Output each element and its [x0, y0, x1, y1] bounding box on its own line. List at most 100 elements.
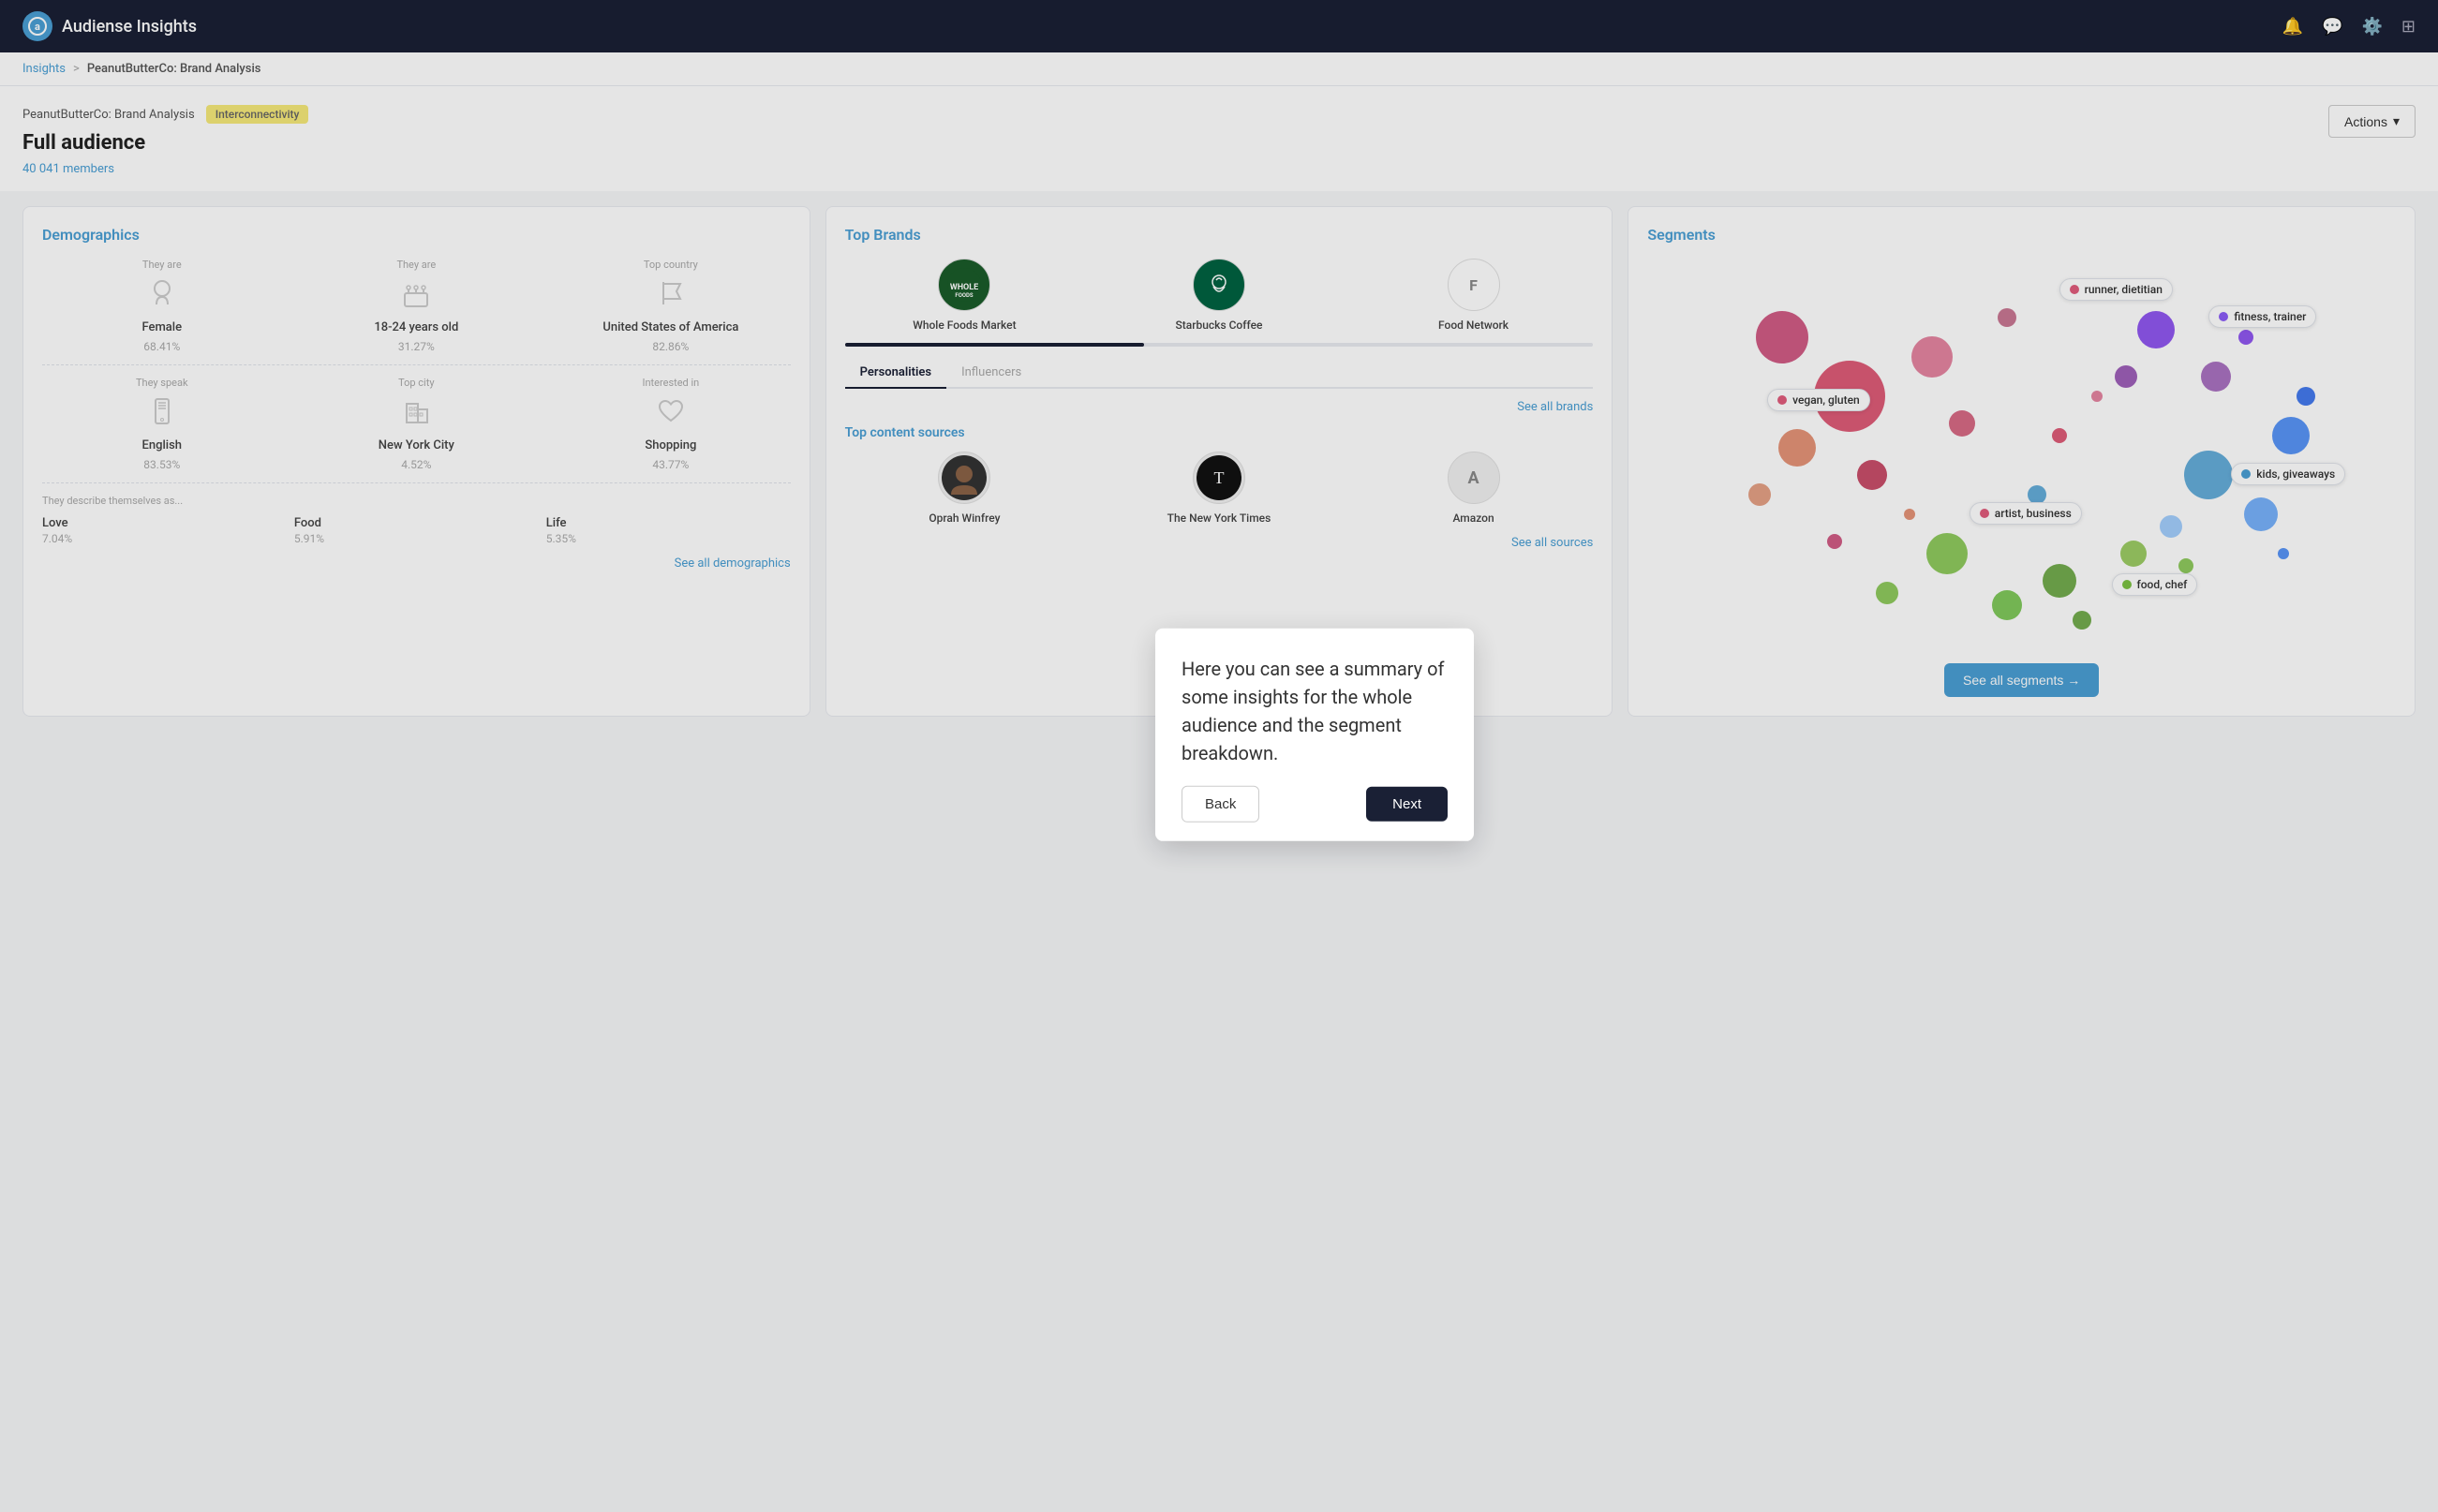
segment-bubble: [2120, 541, 2147, 567]
segment-label-text: runner, dietitian: [2085, 283, 2163, 296]
demo-interest-value: Shopping: [645, 438, 696, 452]
demographics-row2: They speak English 83.53% Top city: [42, 377, 791, 471]
food-network-name: Food Network: [1438, 319, 1509, 332]
grid-icon[interactable]: ⊞: [2401, 17, 2416, 37]
segment-label-text: fitness, trainer: [2234, 310, 2306, 323]
demo-country-value: United States of America: [602, 320, 738, 334]
svg-text:a: a: [35, 21, 40, 33]
app-logo: a: [22, 11, 52, 41]
source-oprah: Oprah Winfrey: [845, 452, 1085, 525]
segment-bubble: [1876, 582, 1898, 604]
breadcrumb-separator: >: [73, 62, 80, 76]
desc-word-food: Food: [294, 516, 539, 530]
brand-food-network: F Food Network: [1354, 259, 1594, 332]
demo-city-pct: 4.52%: [401, 458, 431, 471]
segment-bubble: [1827, 534, 1842, 549]
svg-text:FOODS: FOODS: [956, 292, 974, 299]
segment-bubble: [1748, 483, 1771, 506]
message-icon[interactable]: 💬: [2322, 17, 2342, 37]
segment-bubble: [1998, 308, 2016, 327]
segment-label: artist, business: [1970, 502, 2082, 525]
segment-label-text: food, chef: [2137, 578, 2188, 591]
desc-life: Life 5.35%: [546, 516, 791, 545]
whole-foods-name: Whole Foods Market: [913, 319, 1016, 332]
breadcrumb-current: PeanutButterCo: Brand Analysis: [87, 62, 261, 76]
desc-word-love: Love: [42, 516, 287, 530]
birthday-icon: [399, 276, 433, 315]
demo-gender-value: Female: [141, 320, 182, 334]
segments-visualization: runner, dietitian fitness, trainer vegan, …: [1647, 259, 2396, 652]
segment-bubble: [2272, 417, 2310, 454]
demo-city-label: Top city: [398, 377, 434, 389]
see-all-segments-button[interactable]: See all segments →: [1944, 663, 2099, 697]
tooltip-box: Here you can see a summary of some insig…: [1155, 629, 1474, 841]
source-amazon: A Amazon: [1354, 452, 1594, 525]
content-sources-title: Top content sources: [845, 425, 1594, 440]
desc-pct-food: 5.91%: [294, 532, 539, 545]
page-title-row: PeanutButterCo: Brand Analysis Interconn…: [22, 105, 308, 124]
member-count[interactable]: 40 041 members: [22, 162, 308, 176]
tab-personalities[interactable]: Personalities: [845, 358, 946, 389]
segment-bubble: [2297, 387, 2315, 406]
segment-bubble: [1911, 336, 1953, 378]
brand-starbucks: Starbucks Coffee: [1099, 259, 1339, 332]
segment-bubble: [2091, 391, 2103, 402]
settings-icon[interactable]: ⚙️: [2361, 17, 2382, 37]
desc-food: Food 5.91%: [294, 516, 539, 545]
segment-bubble: [2073, 611, 2091, 630]
page-main-title: Full audience: [22, 131, 308, 155]
demo-country-label: Top country: [644, 259, 698, 271]
segment-bubble: [2137, 311, 2175, 348]
demographics-card: Demographics They are Female 68.41% They…: [22, 206, 810, 717]
see-all-brands[interactable]: See all brands: [845, 400, 1594, 414]
breadcrumb: Insights > PeanutButterCo: Brand Analysi…: [0, 52, 2438, 86]
segment-label-text: vegan, gluten: [1792, 393, 1860, 407]
demo-age: They are 18-24 years old 31.27%: [297, 259, 537, 353]
brand-whole-foods: WHOLE FOODS Whole Foods Market: [845, 259, 1085, 332]
brands-title: Top Brands: [845, 226, 1594, 244]
flag-icon: [654, 276, 688, 315]
page-subtitle: PeanutButterCo: Brand Analysis: [22, 108, 195, 122]
demo-age-label: They are: [396, 259, 436, 271]
progress-fill: [845, 343, 1144, 347]
next-button[interactable]: Next: [1366, 787, 1448, 822]
desc-pct-love: 7.04%: [42, 532, 287, 545]
tooltip-actions: Back Next: [1182, 786, 1448, 823]
segment-dot: [2070, 285, 2079, 294]
demo-interest: Interested in Shopping 43.77%: [551, 377, 791, 471]
desc-pct-life: 5.35%: [546, 532, 791, 545]
svg-text:T: T: [1213, 468, 1224, 487]
segment-bubble: [2028, 485, 2046, 504]
segment-label-text: artist, business: [1995, 507, 2072, 520]
segment-bubble: [2184, 451, 2233, 499]
demo-gender-label: They are: [142, 259, 182, 271]
see-all-sources[interactable]: See all sources: [845, 536, 1594, 550]
segment-bubble: [2238, 330, 2253, 345]
nyt-logo: T: [1193, 452, 1245, 504]
svg-text:WHOLE: WHOLE: [950, 283, 978, 292]
segment-bubble: [2244, 497, 2278, 531]
tab-influencers[interactable]: Influencers: [946, 358, 1036, 389]
demo-interest-label: Interested in: [642, 377, 699, 389]
segment-label-text: kids, giveaways: [2256, 467, 2335, 481]
demo-country: Top country United States of America 82.…: [551, 259, 791, 353]
notification-icon[interactable]: 🔔: [2282, 17, 2303, 37]
back-button[interactable]: Back: [1182, 786, 1259, 823]
demo-language: They speak English 83.53%: [42, 377, 282, 471]
amazon-logo: A: [1448, 452, 1500, 504]
segment-bubble: [1904, 509, 1915, 520]
breadcrumb-insights[interactable]: Insights: [22, 62, 66, 76]
demo-lang-pct: 83.53%: [143, 458, 180, 471]
segment-dot: [2219, 312, 2228, 321]
segment-label: runner, dietitian: [2059, 278, 2173, 301]
actions-button[interactable]: Actions ▾: [2328, 105, 2416, 138]
source-amazon-name: Amazon: [1452, 511, 1494, 525]
source-nyt: T The New York Times: [1099, 452, 1339, 525]
segment-bubble: [1949, 410, 1975, 437]
app-title: Audiense Insights: [62, 17, 197, 37]
demo-lang-value: English: [142, 438, 183, 452]
descriptions-grid: Love 7.04% Food 5.91% Life 5.35%: [42, 516, 791, 545]
brands-tabs: Personalities Influencers: [845, 358, 1594, 389]
brands-progress: [845, 343, 1594, 347]
see-all-demographics[interactable]: See all demographics: [42, 556, 791, 571]
